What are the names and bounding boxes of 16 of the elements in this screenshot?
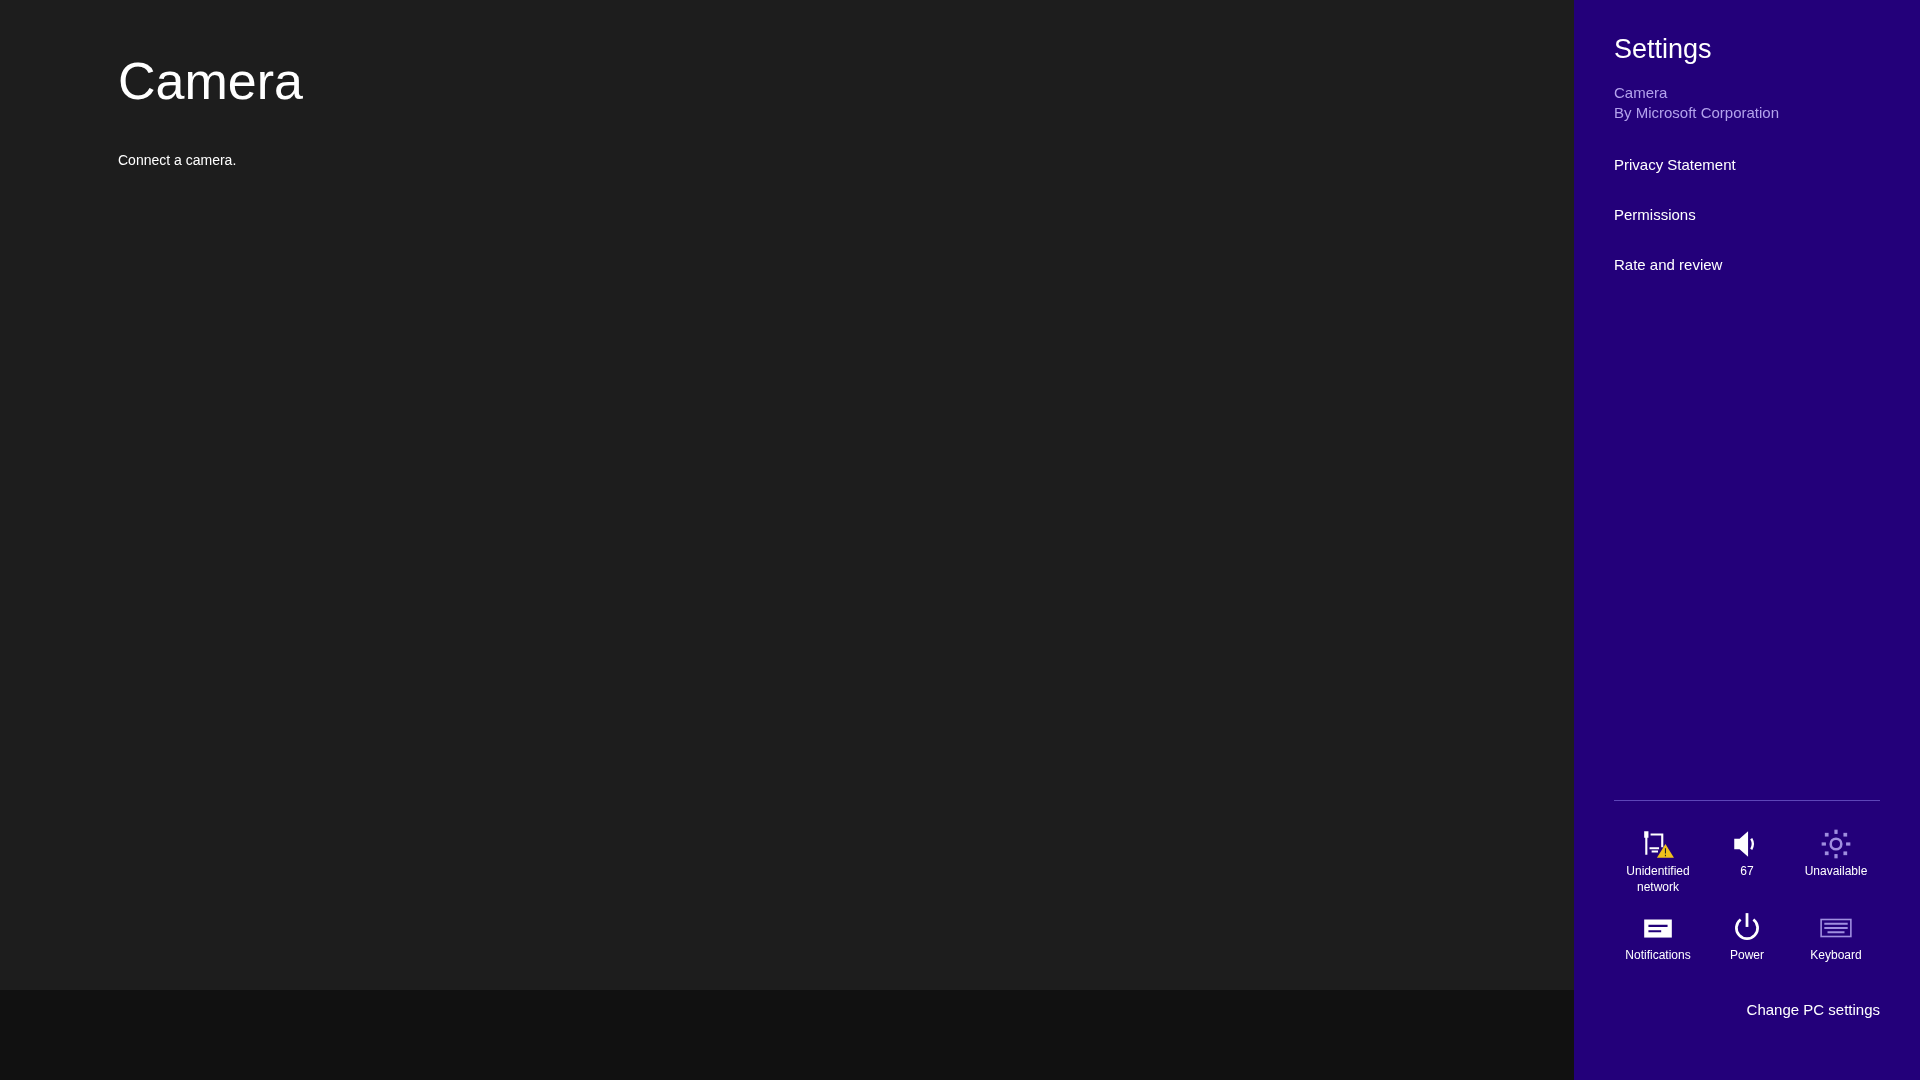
tile-label: Power (1730, 947, 1764, 964)
message-text: Connect a camera. (118, 152, 238, 168)
change-settings-link[interactable]: Change PC settings (1746, 1001, 1880, 1018)
settings-link[interactable]: Privacy Statement (1614, 155, 1736, 174)
tile-label: Keyboard (1810, 947, 1862, 964)
tile-label: Notifications (1625, 947, 1691, 964)
network-warning-icon[interactable] (1641, 829, 1675, 859)
app-title: Camera (118, 51, 303, 112)
tile-label: 67 (1740, 863, 1754, 880)
tile-label: Unavailable (1804, 863, 1868, 880)
tile-label: Unidentified network (1625, 863, 1691, 895)
settings-link[interactable]: Rate and review (1614, 255, 1723, 274)
settings-link[interactable]: Permissions (1614, 205, 1696, 224)
publisher-text: By Microsoft Corporation (1614, 103, 1780, 123)
panel-title: Settings (1614, 34, 1712, 65)
app-name: Camera (1614, 83, 1668, 103)
